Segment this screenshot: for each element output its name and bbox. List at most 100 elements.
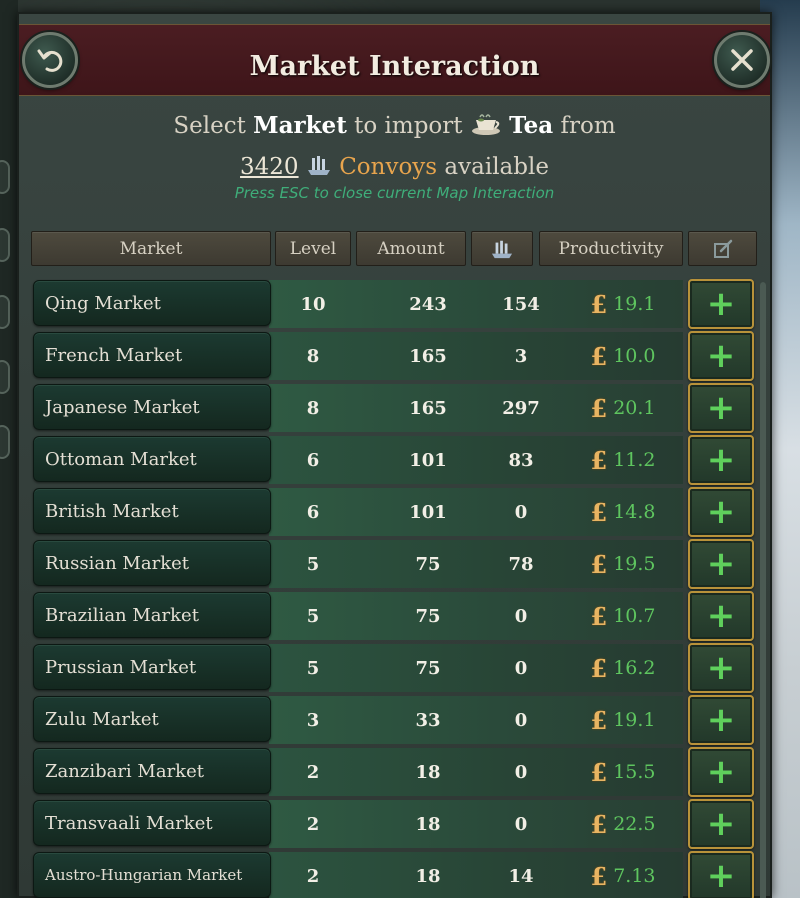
productivity-number: 15.5 — [613, 761, 656, 783]
add-import-route-button[interactable]: + — [688, 747, 754, 797]
add-import-route-button[interactable]: + — [688, 851, 754, 898]
plus-icon: + — [706, 284, 736, 324]
add-import-route-button[interactable]: + — [688, 695, 754, 745]
market-name-button[interactable]: Brazilian Market — [33, 592, 271, 638]
pound-currency-icon: £ — [590, 445, 608, 475]
add-import-route-button[interactable]: + — [688, 539, 754, 589]
panel-header: Market Interaction — [19, 24, 770, 96]
market-row: Prussian Market 5 75 0 £16.2 + — [33, 642, 770, 694]
column-header-action[interactable] — [688, 231, 757, 266]
productivity-number: 14.8 — [613, 501, 656, 523]
market-row: British Market 6 101 0 £14.8 + — [33, 486, 770, 538]
add-import-route-button[interactable]: + — [688, 799, 754, 849]
plus-icon: + — [706, 544, 736, 584]
productivity-value: £10.7 — [563, 592, 683, 640]
panel-title: Market Interaction — [249, 51, 540, 82]
trade-amount: 165 — [409, 397, 447, 419]
productivity-value: £16.2 — [563, 644, 683, 692]
market-name-button[interactable]: Qing Market — [33, 280, 271, 326]
add-import-route-button[interactable]: + — [688, 279, 754, 329]
market-name: Zanzibari Market — [45, 760, 204, 782]
available-text: available — [444, 154, 549, 180]
pound-currency-icon: £ — [590, 393, 608, 423]
market-level: 5 — [306, 657, 320, 679]
market-name-button[interactable]: Japanese Market — [33, 384, 271, 430]
market-name-button[interactable]: Prussian Market — [33, 644, 271, 690]
scroll-thumb[interactable] — [760, 282, 766, 898]
market-row: Ottoman Market 6 101 83 £11.2 + — [33, 434, 770, 486]
good-name: Tea — [509, 112, 554, 139]
side-tab[interactable] — [0, 160, 10, 194]
column-header-amount[interactable]: Amount — [356, 231, 466, 266]
productivity-number: 16.2 — [613, 657, 656, 679]
productivity-number: 10.0 — [613, 345, 656, 367]
column-header-market[interactable]: Market — [31, 231, 271, 266]
convoy-cost: 14 — [508, 865, 534, 887]
plus-icon: + — [706, 492, 736, 532]
close-button[interactable] — [714, 32, 770, 88]
market-name-button[interactable]: Transvaali Market — [33, 800, 271, 846]
side-tab[interactable] — [0, 295, 10, 329]
column-header-convoys[interactable] — [471, 231, 533, 266]
market-row: Austro-Hungarian Market 2 18 14 £7.13 + — [33, 850, 770, 898]
tea-cup-icon — [471, 114, 500, 135]
productivity-number: 22.5 — [613, 813, 656, 835]
plus-icon: + — [706, 856, 736, 896]
trade-amount: 75 — [415, 605, 441, 627]
column-header-level[interactable]: Level — [275, 231, 351, 266]
add-import-route-button[interactable]: + — [688, 487, 754, 537]
add-import-route-button[interactable]: + — [688, 643, 754, 693]
market-name: Russian Market — [45, 552, 189, 574]
convoy-cost: 0 — [514, 709, 528, 731]
convoy-cost: 0 — [514, 657, 528, 679]
convoys-label: Convoys — [339, 154, 438, 180]
market-name-button[interactable]: Ottoman Market — [33, 436, 271, 482]
market-name-button[interactable]: Zulu Market — [33, 696, 271, 742]
market-level: 5 — [306, 553, 320, 575]
back-button[interactable] — [22, 32, 78, 88]
market-name-button[interactable]: Austro-Hungarian Market — [33, 852, 271, 898]
market-name-button[interactable]: French Market — [33, 332, 271, 378]
market-level: 2 — [306, 761, 320, 783]
productivity-value: £7.13 — [563, 852, 683, 898]
plus-icon: + — [706, 596, 736, 636]
side-tab[interactable] — [0, 360, 10, 394]
market-row: Zulu Market 3 33 0 £19.1 + — [33, 694, 770, 746]
market-list: Qing Market 10 243 154 £19.1 + French Market 8 1… — [33, 278, 770, 898]
convoy-cost: 0 — [514, 813, 528, 835]
productivity-value: £15.5 — [563, 748, 683, 796]
productivity-number: 19.5 — [613, 553, 656, 575]
side-tab[interactable] — [0, 425, 10, 459]
trade-amount: 101 — [409, 501, 447, 523]
market-name-button[interactable]: Zanzibari Market — [33, 748, 271, 794]
market-level: 10 — [300, 293, 326, 315]
productivity-value: £10.0 — [563, 332, 683, 380]
plus-icon: + — [706, 700, 736, 740]
edit-icon — [713, 239, 732, 258]
add-import-route-button[interactable]: + — [688, 383, 754, 433]
market-level: 6 — [306, 501, 320, 523]
pound-currency-icon: £ — [590, 653, 608, 683]
column-header-productivity[interactable]: Productivity — [539, 231, 683, 266]
trade-amount: 165 — [409, 345, 447, 367]
productivity-value: £11.2 — [563, 436, 683, 484]
trade-amount: 75 — [415, 553, 441, 575]
add-import-route-button[interactable]: + — [688, 435, 754, 485]
market-interaction-panel: Market Interaction Select Market to impo… — [17, 12, 772, 898]
market-level: 6 — [306, 449, 320, 471]
market-name: Zulu Market — [45, 708, 159, 730]
market-name: French Market — [45, 344, 183, 366]
add-import-route-button[interactable]: + — [688, 591, 754, 641]
market-name-button[interactable]: Russian Market — [33, 540, 271, 586]
market-name-button[interactable]: British Market — [33, 488, 271, 534]
convoy-cost: 3 — [514, 345, 528, 367]
side-tab[interactable] — [0, 228, 10, 262]
trade-amount: 18 — [415, 761, 441, 783]
pound-currency-icon: £ — [590, 497, 608, 527]
add-import-route-button[interactable]: + — [688, 331, 754, 381]
market-name: Transvaali Market — [45, 812, 213, 834]
scrollbar[interactable] — [760, 282, 766, 898]
market-name: Austro-Hungarian Market — [45, 866, 243, 884]
productivity-value: £19.1 — [563, 280, 683, 328]
productivity-value: £19.5 — [563, 540, 683, 588]
